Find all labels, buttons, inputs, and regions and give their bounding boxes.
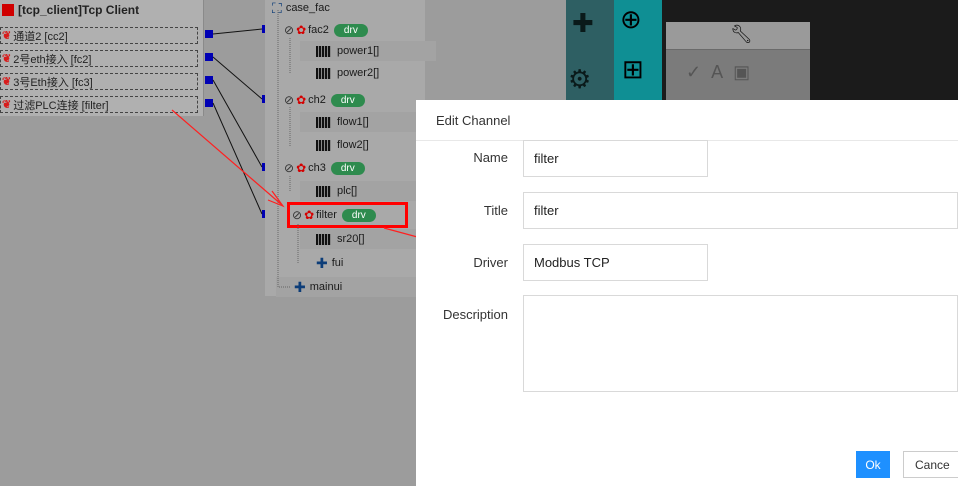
ok-button[interactable]: Ok [856, 451, 890, 478]
edit-channel-dialog: Edit Channel Name Title Driver Descripti… [416, 100, 958, 486]
description-label: Description [442, 307, 508, 322]
dialog-title: Edit Channel [436, 113, 511, 128]
title-input[interactable] [523, 192, 958, 229]
name-input[interactable] [523, 140, 708, 177]
driver-label: Driver [473, 255, 508, 270]
driver-input[interactable] [523, 244, 708, 281]
cancel-button[interactable]: Cance [903, 451, 958, 478]
name-label: Name [473, 150, 508, 165]
description-textarea[interactable] [523, 295, 958, 392]
title-label: Title [483, 203, 508, 218]
